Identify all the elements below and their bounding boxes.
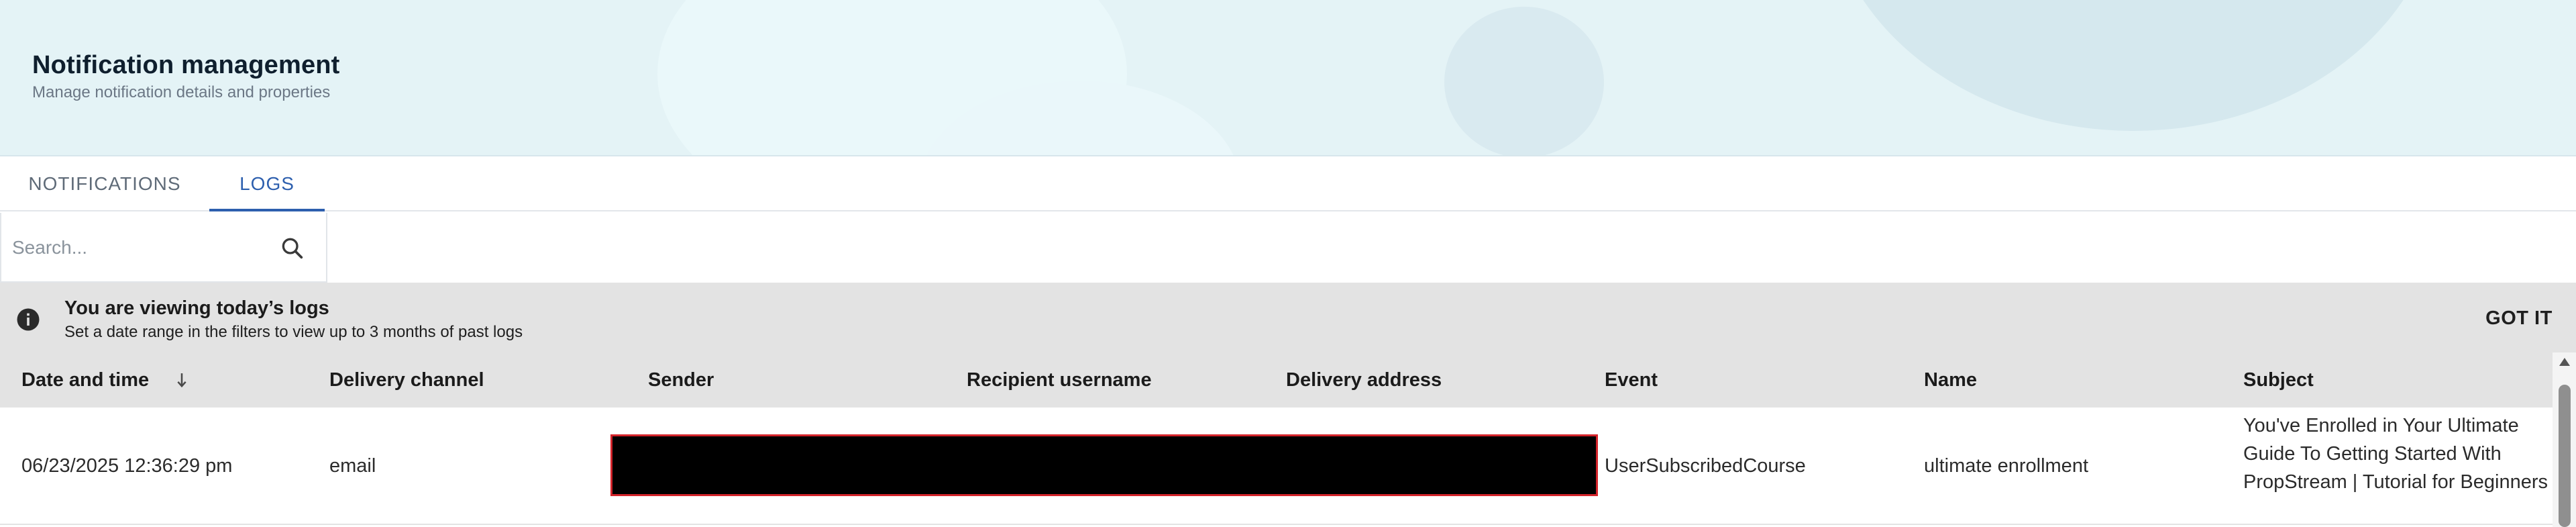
column-header-name[interactable]: Name bbox=[1924, 352, 1977, 408]
column-header-delivery-address[interactable]: Delivery address bbox=[1286, 352, 1442, 408]
page-header: Notification management Manage notificat… bbox=[0, 0, 2576, 156]
cell-name: ultimate enrollment bbox=[1924, 455, 2088, 477]
search-box bbox=[0, 213, 327, 283]
table-header: Date and time Delivery channel Sender Re… bbox=[0, 352, 2553, 408]
cell-date-time: 06/23/2025 12:36:29 pm bbox=[21, 455, 233, 477]
column-header-delivery-channel[interactable]: Delivery channel bbox=[329, 352, 484, 408]
info-banner-text: Set a date range in the filters to view … bbox=[64, 323, 523, 341]
column-header-recipient-username[interactable]: Recipient username bbox=[967, 352, 1152, 408]
info-banner-title: You are viewing today’s logs bbox=[64, 297, 329, 319]
column-header-event[interactable]: Event bbox=[1605, 352, 1658, 408]
tab-logs[interactable]: LOGS bbox=[209, 158, 325, 211]
cell-delivery-channel: email bbox=[329, 455, 376, 477]
got-it-button[interactable]: GOT IT bbox=[2475, 301, 2563, 335]
page-title: Notification management bbox=[32, 51, 340, 79]
redacted-block bbox=[610, 434, 1598, 496]
info-banner: You are viewing today’s logs Set a date … bbox=[0, 283, 2576, 352]
cell-event: UserSubscribedCourse bbox=[1605, 455, 1806, 477]
info-icon bbox=[17, 308, 40, 331]
table-scrollbar[interactable] bbox=[2553, 352, 2576, 527]
scroll-up-arrow-icon[interactable] bbox=[2558, 356, 2571, 367]
page-subtitle: Manage notification details and properti… bbox=[32, 83, 331, 101]
column-header-subject[interactable]: Subject bbox=[2243, 352, 2314, 408]
scrollbar-thumb[interactable] bbox=[2559, 385, 2571, 527]
column-header-sender[interactable]: Sender bbox=[648, 352, 714, 408]
header-decoration bbox=[1825, 0, 2442, 131]
search-icon[interactable] bbox=[279, 235, 306, 262]
header-decoration bbox=[1444, 7, 1604, 155]
search-input[interactable] bbox=[12, 232, 267, 264]
arrow-down-icon[interactable] bbox=[173, 369, 191, 391]
tab-bar: NOTIFICATIONS LOGS bbox=[0, 158, 2576, 211]
column-header-date-time[interactable]: Date and time bbox=[21, 352, 149, 408]
column-header-label: Date and time bbox=[21, 369, 150, 391]
tab-notifications[interactable]: NOTIFICATIONS bbox=[13, 158, 196, 211]
cell-subject: You've Enrolled in Your Ultimate Guide T… bbox=[2243, 415, 2548, 493]
table-row[interactable]: 06/23/2025 12:36:29 pm email UserSubscri… bbox=[0, 408, 2553, 525]
